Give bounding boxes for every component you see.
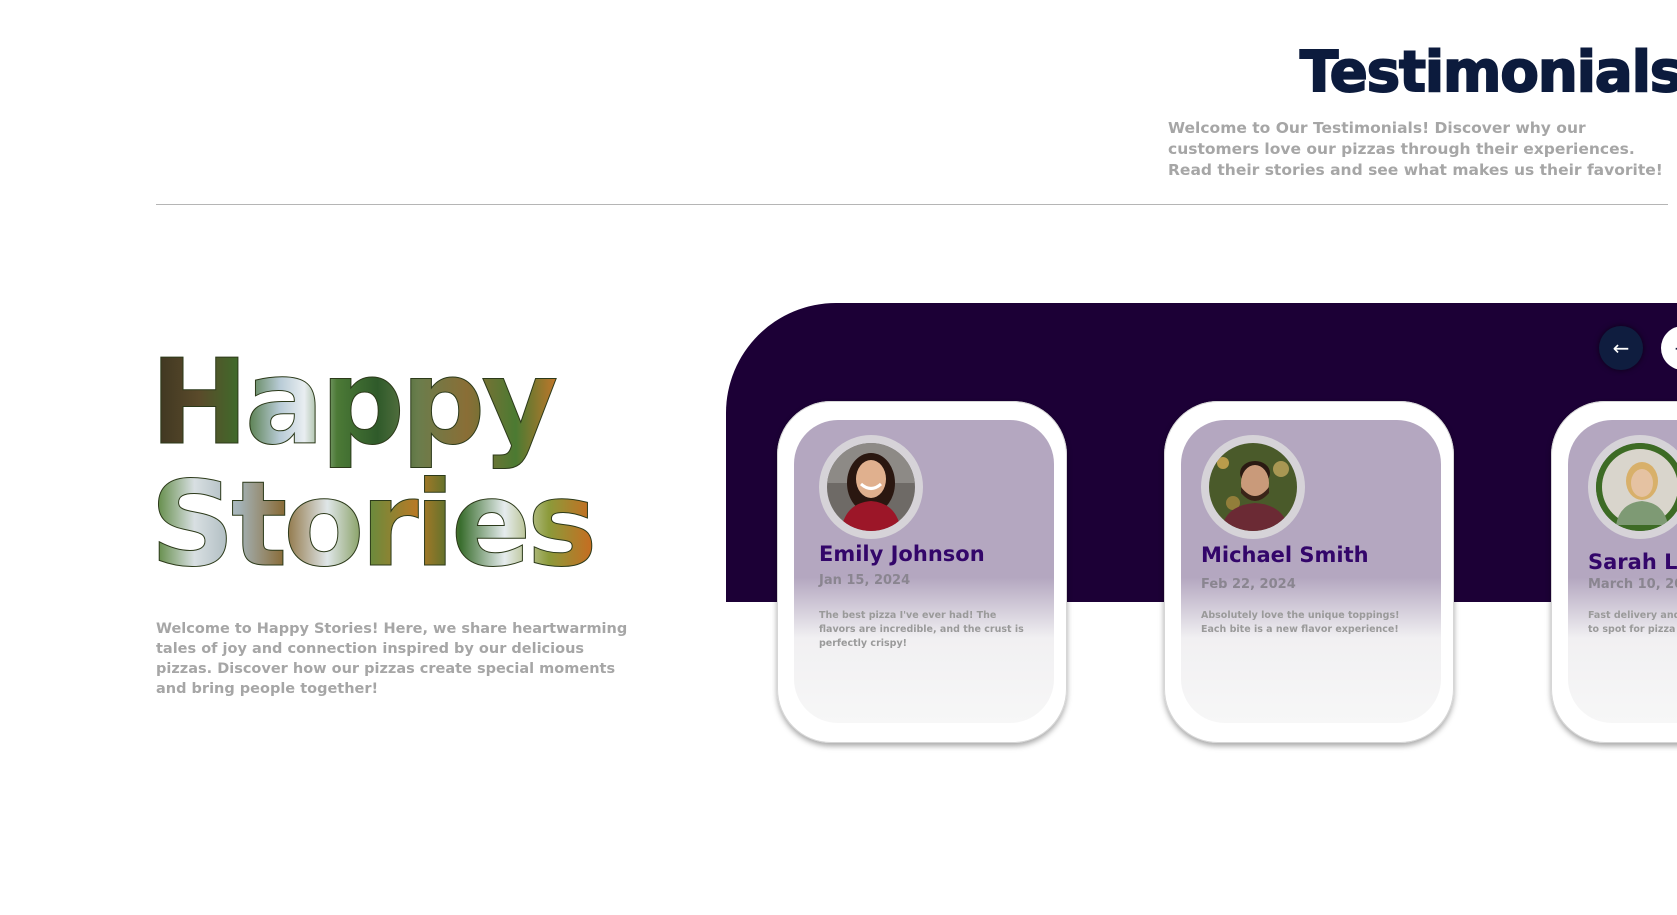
testimonial-text: Absolutely love the unique toppings! Eac…: [1201, 610, 1400, 635]
header-divider: [156, 204, 1668, 205]
avatar-ring: [819, 435, 923, 539]
arrow-left-icon: ←: [1612, 336, 1630, 360]
testimonial-card-body: Sarah Lee March 10, 2024 Fast delivery a…: [1568, 420, 1677, 723]
carousel-prev-button[interactable]: ←: [1599, 326, 1643, 370]
avatar-emily-image: [827, 443, 915, 531]
page-subtitle: Welcome to Our Testimonials! Discover wh…: [1168, 119, 1663, 179]
testimonial-text: The best pizza I've ever had! The flavor…: [819, 610, 1024, 649]
testimonial-text: Fast delivery and always hot! My go-to s…: [1588, 610, 1677, 635]
avatar: [1209, 443, 1297, 531]
testimonial-card: Michael Smith Feb 22, 2024 Absolutely lo…: [1164, 401, 1454, 743]
testimonial-card-body: Michael Smith Feb 22, 2024 Absolutely lo…: [1181, 420, 1441, 723]
avatar-michael-image: [1209, 443, 1297, 531]
page-title: Testimonials: [1299, 39, 1677, 106]
happy-stories-description: Welcome to Happy Stories! Here, we share…: [156, 621, 628, 697]
avatar: [1596, 443, 1677, 531]
happy-word: Happy: [150, 338, 556, 471]
happy-stories-heading: Happy Stories: [150, 338, 650, 578]
testimonial-name: Emily Johnson: [819, 542, 985, 566]
testimonial-date: March 10, 2024: [1588, 577, 1677, 592]
testimonial-name: Michael Smith: [1201, 543, 1369, 567]
testimonial-card-body: Emily Johnson Jan 15, 2024 The best pizz…: [794, 420, 1054, 723]
avatar: [827, 443, 915, 531]
avatar-ring: [1588, 435, 1677, 539]
testimonials-page: Testimonials Welcome to Our Testimonials…: [0, 0, 1677, 915]
avatar-sarah-image: [1596, 443, 1677, 531]
happy-stories-image-text: Happy Stories: [150, 338, 598, 578]
testimonial-date: Jan 15, 2024: [819, 573, 911, 588]
stories-word: Stories: [150, 455, 593, 578]
testimonial-date: Feb 22, 2024: [1201, 577, 1296, 592]
testimonial-card: Emily Johnson Jan 15, 2024 The best pizz…: [777, 401, 1067, 743]
testimonial-name: Sarah Lee: [1588, 550, 1677, 574]
avatar-ring: [1201, 435, 1305, 539]
testimonial-card: Sarah Lee March 10, 2024 Fast delivery a…: [1551, 401, 1677, 743]
